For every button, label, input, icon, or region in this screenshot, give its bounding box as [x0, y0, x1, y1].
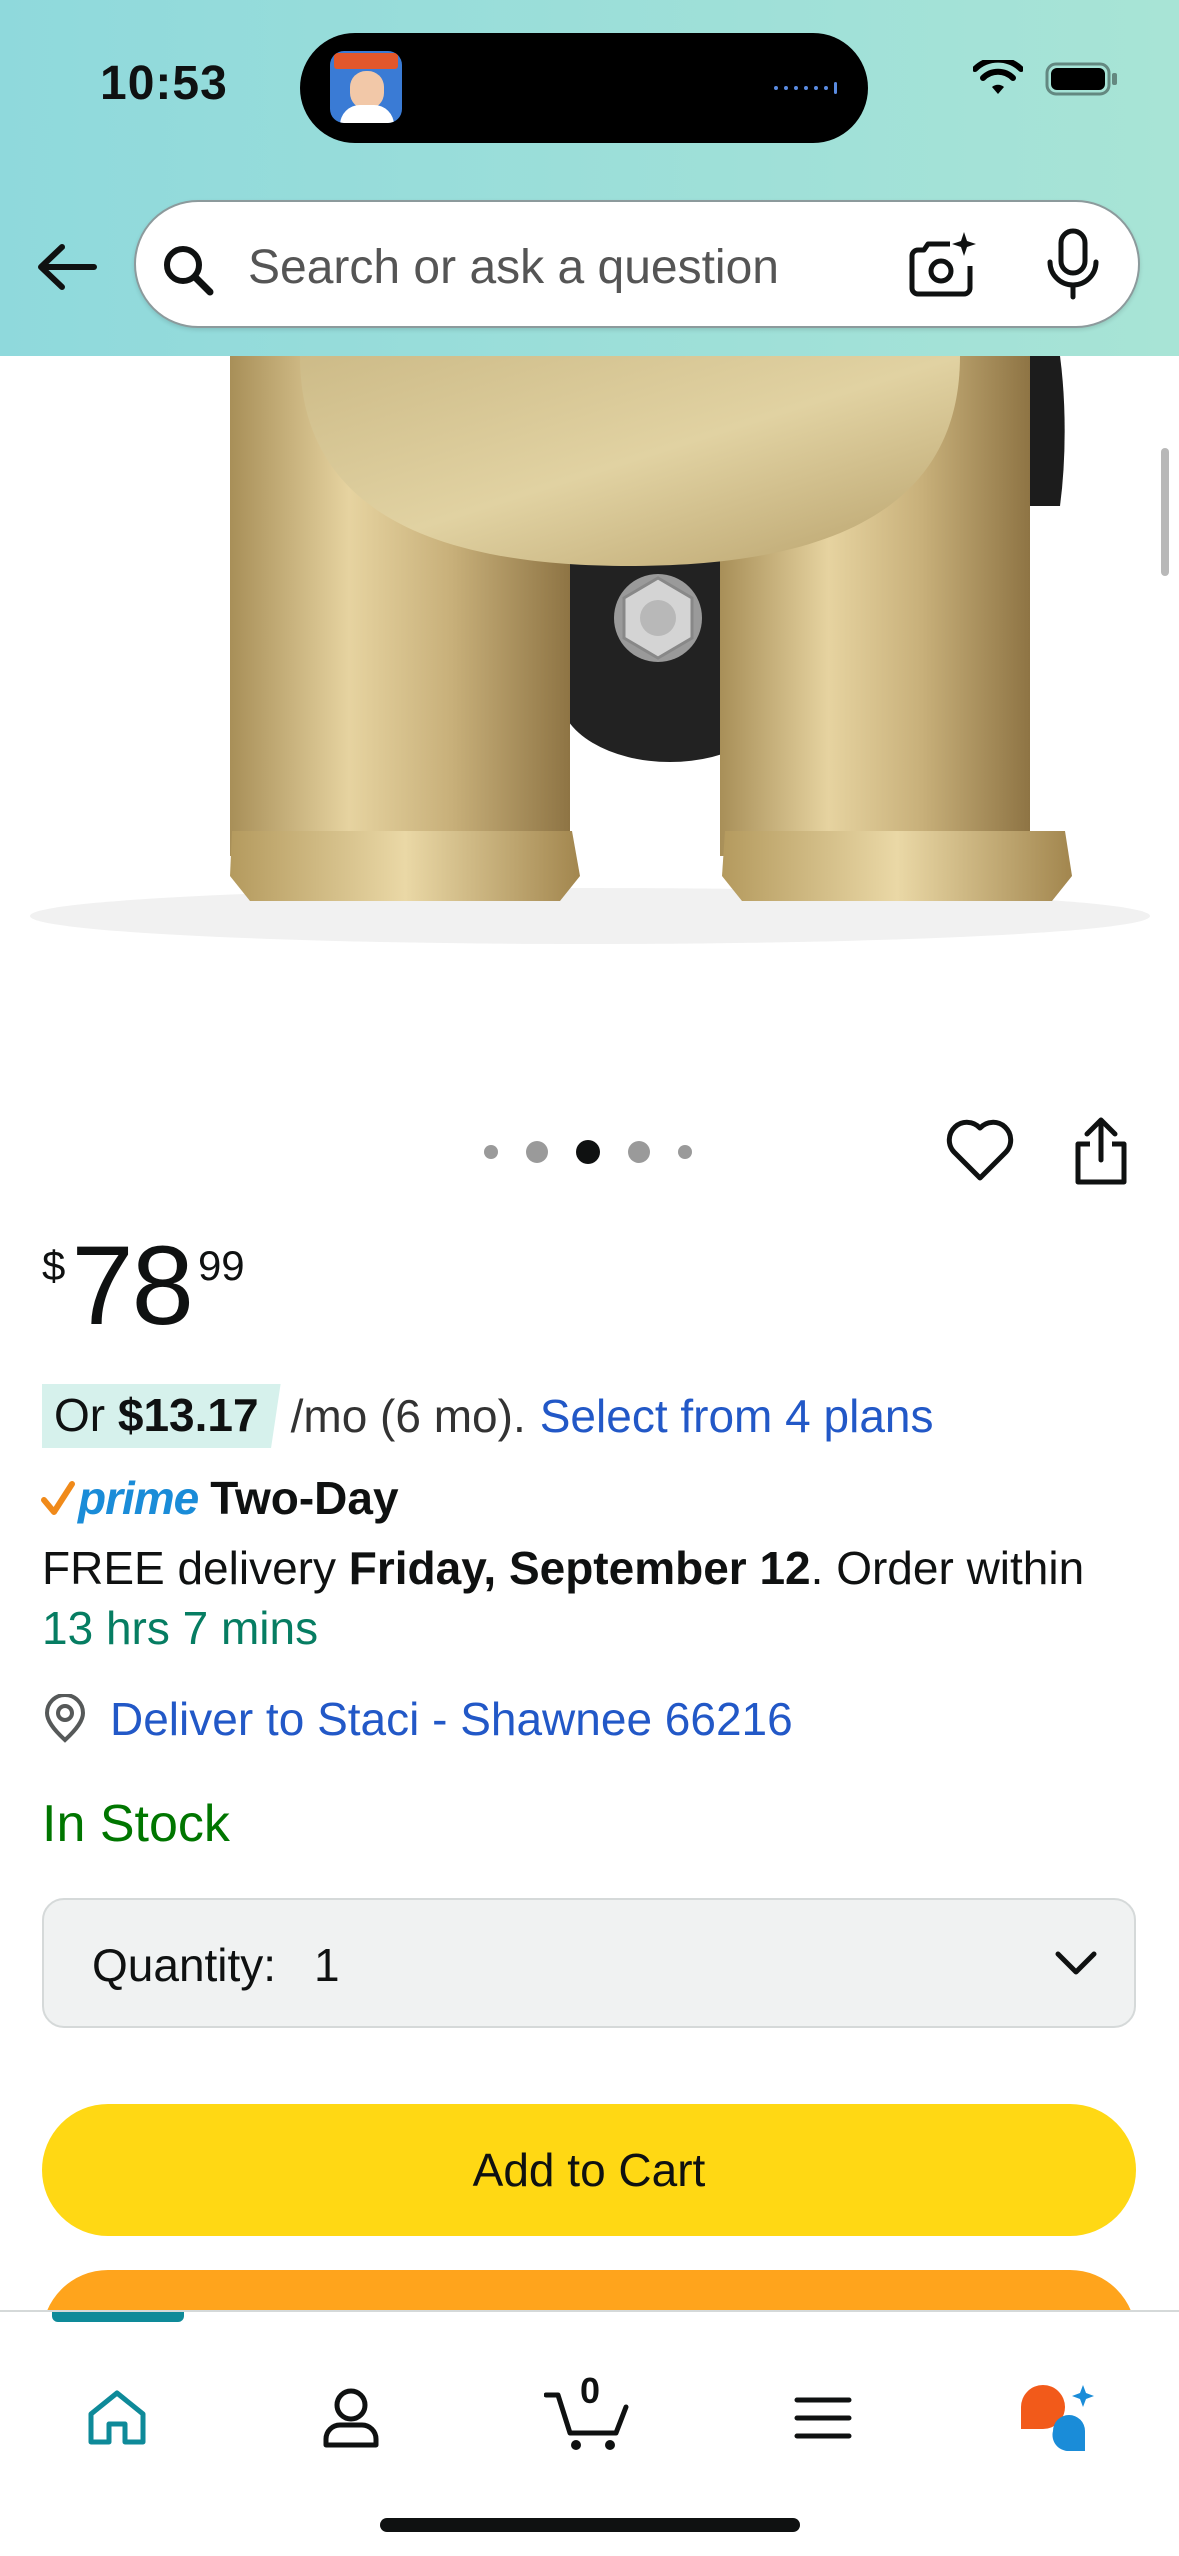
home-indicator[interactable]	[380, 2518, 800, 2532]
price-fraction: 99	[197, 1242, 245, 1289]
prime-badge: prime Two-Day	[40, 1470, 399, 1526]
carousel-dot[interactable]	[678, 1145, 692, 1159]
arrow-left-icon	[38, 244, 97, 290]
deliver-to-row[interactable]: Deliver to Staci - Shawnee 66216	[42, 1692, 793, 1746]
carousel-dot-active[interactable]	[576, 1140, 600, 1164]
heart-icon[interactable]	[946, 1118, 1014, 1184]
add-to-cart-button[interactable]: Add to Cart	[42, 2104, 1136, 2236]
nav-home[interactable]	[72, 2378, 162, 2458]
deliver-to-link[interactable]: Deliver to Staci - Shawnee 66216	[110, 1692, 793, 1746]
nav-menu[interactable]	[778, 2378, 868, 2458]
installment-row: Or $13.17 /mo (6 mo). Select from 4 plan…	[42, 1384, 934, 1448]
delivery-middle: . Order within	[810, 1542, 1085, 1594]
account-icon	[323, 2388, 379, 2448]
delivery-info: FREE delivery Friday, September 12. Orde…	[42, 1538, 1152, 1658]
installment-prefix: Or	[54, 1389, 106, 1441]
rufus-ai-icon	[1021, 2385, 1094, 2452]
search-bar[interactable]: Search or ask a question	[134, 200, 1140, 328]
delivery-date: Friday, September 12	[348, 1542, 811, 1594]
select-plans-link[interactable]: Select from 4 plans	[540, 1389, 934, 1443]
avatar-shirt	[340, 105, 394, 123]
carousel-dot[interactable]	[628, 1141, 650, 1163]
status-time: 10:53	[100, 57, 228, 110]
installment-pill: Or $13.17	[42, 1384, 281, 1448]
bottom-nav: 0	[0, 2310, 1179, 2556]
delivery-prefix: FREE delivery	[42, 1542, 336, 1594]
nav-account[interactable]	[306, 2378, 396, 2458]
chevron-down-icon	[1055, 1951, 1097, 1975]
prime-check-icon	[41, 1481, 75, 1515]
quantity-label: Quantity:	[92, 1939, 277, 1991]
stock-status: In Stock	[42, 1795, 230, 1853]
home-icon	[88, 2390, 146, 2445]
prime-logo: prime	[78, 1472, 199, 1524]
nav-cart[interactable]: 0	[542, 2370, 632, 2458]
camera-sparkle-icon[interactable]	[908, 230, 978, 300]
battery-icon	[1045, 62, 1117, 96]
search-input[interactable]: Search or ask a question	[248, 240, 779, 295]
prime-speed: Two-Day	[210, 1472, 399, 1524]
island-avatar	[330, 51, 402, 123]
carousel-dot[interactable]	[484, 1145, 498, 1159]
nav-active-indicator	[52, 2312, 184, 2322]
nav-rufus[interactable]	[1012, 2378, 1102, 2458]
location-pin-icon	[44, 1694, 86, 1743]
scrollbar[interactable]	[1161, 448, 1169, 576]
carousel-dot[interactable]	[526, 1141, 548, 1163]
dynamic-island[interactable]	[300, 33, 868, 143]
back-button[interactable]	[32, 232, 102, 302]
carousel-dots[interactable]	[484, 1140, 692, 1164]
microphone-icon[interactable]	[1042, 228, 1104, 300]
quantity-value: 1	[314, 1939, 340, 1991]
order-countdown: 13 hrs 7 mins	[42, 1602, 319, 1654]
share-icon[interactable]	[1072, 1116, 1130, 1186]
price: $ 78 99	[42, 1226, 245, 1346]
avatar-face	[350, 71, 384, 109]
audio-waveform-icon	[774, 82, 837, 94]
menu-icon	[794, 2397, 852, 2439]
island-badge	[334, 53, 398, 69]
installment-amount: $13.17	[117, 1389, 259, 1441]
top-header: 10:53 Search or ask a question	[0, 0, 1179, 356]
brass-pump-illustration	[30, 356, 1150, 944]
price-symbol: $	[42, 1242, 66, 1289]
search-icon	[164, 246, 214, 296]
wifi-icon	[973, 60, 1023, 94]
price-whole: 78	[71, 1223, 194, 1348]
installment-suffix: /mo (6 mo).	[290, 1390, 526, 1442]
status-right	[973, 60, 1119, 98]
quantity-select[interactable]: Quantity: 1	[42, 1898, 1136, 2028]
product-image[interactable]	[0, 356, 1179, 956]
cart-count: 0	[579, 2370, 601, 2411]
